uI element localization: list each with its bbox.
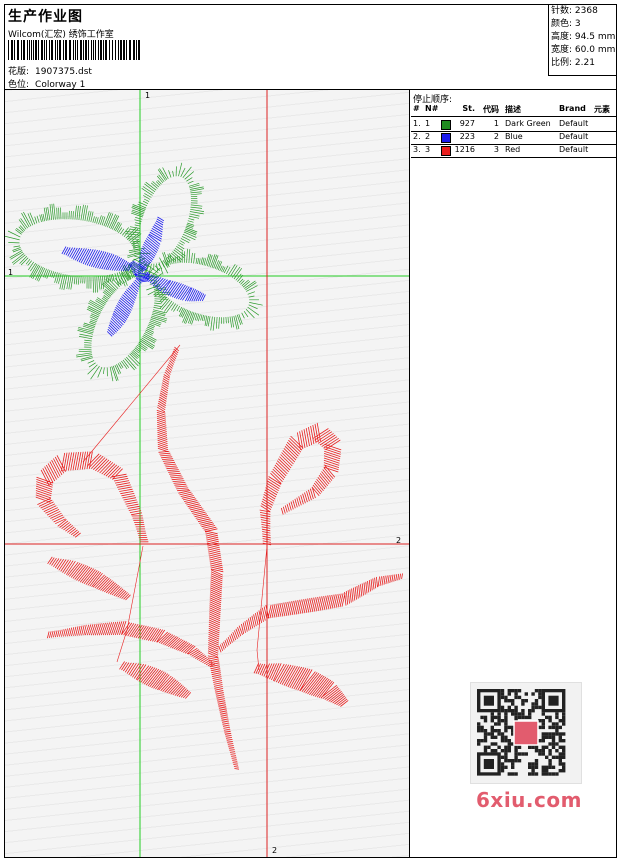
stitch-run — [119, 661, 192, 699]
stitch-run — [47, 556, 131, 601]
color-swatch — [441, 120, 451, 130]
stitch-run — [259, 422, 342, 546]
colorway-value: Colorway 1 — [35, 80, 86, 90]
embroidery-artwork — [5, 90, 409, 857]
stitch-run — [47, 620, 215, 668]
stitch-run — [106, 277, 142, 337]
table-row[interactable]: 1. 1 927 1 Dark Green Default — [411, 118, 616, 132]
axis-label-left: 1 — [8, 268, 14, 277]
axis-label-right: 2 — [396, 536, 402, 545]
stitch-layer — [5, 162, 403, 770]
stitch-run — [35, 451, 149, 545]
jump-stitch — [116, 545, 144, 663]
table-row[interactable]: 2. 2 223 2 Blue Default — [411, 131, 616, 145]
stat-width: 宽度: 60.0 mm — [551, 45, 616, 55]
stat-scale: 比例: 2.21 — [551, 58, 595, 68]
stat-stitches: 针数: 2368 — [551, 6, 598, 16]
axis-label-bottom: 2 — [272, 846, 278, 855]
stats-panel: 针数: 2368 颜色: 3 高度: 94.5 mm 宽度: 60.0 mm 比… — [548, 5, 617, 76]
design-file-row: 花版: 1907375.dst — [8, 64, 92, 77]
design-file-label: 花版: — [8, 67, 30, 77]
color-swatch — [441, 133, 451, 143]
colorway-label: 色位: — [8, 80, 30, 90]
qr-code-icon — [470, 682, 582, 784]
color-swatch — [441, 146, 451, 156]
stitch-run — [5, 203, 151, 293]
stitch-run — [143, 272, 206, 302]
qr-code-pattern — [477, 689, 566, 776]
stitch-run — [156, 346, 240, 770]
stop-sequence-header: # N# St. 代码 描述 Brand 元素 — [411, 103, 616, 117]
design-preview: 1 1 2 2 — [5, 90, 410, 857]
page-title: 生产作业图 — [8, 9, 83, 25]
barcode-icon — [8, 40, 140, 60]
stat-colors: 颜色: 3 — [551, 19, 581, 29]
stitch-run — [253, 663, 349, 707]
watermark-logo: 6xiu.com — [476, 788, 582, 812]
stitch-run — [61, 246, 133, 272]
sheet-header: 生产作业图 Wilcom(汇宏) 绣饰工作室 花版: 1907375.dst 色位… — [5, 5, 617, 90]
table-row[interactable]: 3. 3 1216 3 Red Default — [411, 144, 616, 158]
axis-label-top: 1 — [145, 91, 151, 100]
stitch-run — [138, 216, 165, 270]
stitch-run — [218, 573, 403, 653]
software-name: Wilcom(汇宏) 绣饰工作室 — [8, 30, 114, 40]
design-file-value: 1907375.dst — [35, 67, 92, 77]
stat-height: 高度: 94.5 mm — [551, 32, 616, 42]
colorway-row: 色位: Colorway 1 — [8, 77, 85, 90]
